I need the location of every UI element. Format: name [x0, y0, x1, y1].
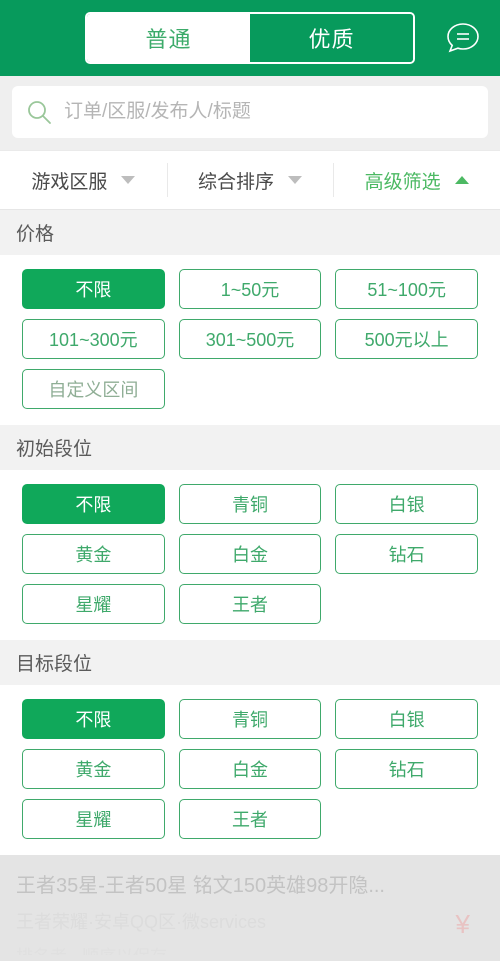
target-rank-chip[interactable]: 白银 — [335, 699, 478, 739]
tab-putong-label: 普通 — [145, 27, 192, 52]
tab-youzhi-label: 优质 — [308, 27, 355, 52]
chip-label: 钻石 — [388, 545, 425, 565]
chat-bubble-icon[interactable] — [442, 17, 484, 59]
search-icon — [26, 99, 52, 125]
filter-action-bar: 重置 完成 — [0, 955, 500, 961]
chip-label: 1~50元 — [220, 280, 280, 300]
price-option-chip[interactable]: 1~50元 — [178, 269, 322, 309]
initial-rank-chip[interactable]: 白银 — [335, 484, 478, 524]
chip-label: 不限 — [75, 280, 112, 300]
chip-label: 钻石 — [388, 760, 425, 780]
price-option-chip[interactable]: 51~100元 — [335, 269, 478, 309]
chip-label: 星耀 — [75, 810, 112, 830]
chip-label: 星耀 — [75, 595, 112, 615]
initial-rank-chip[interactable]: 白金 — [178, 534, 322, 574]
chip-label: 不限 — [75, 710, 112, 730]
background-order-subtitle: 王者荣耀·安卓QQ区·微services — [16, 912, 267, 932]
target-rank-chip[interactable]: 黄金 — [22, 749, 165, 789]
chip-label: 王者 — [231, 595, 268, 615]
chip-label: 青铜 — [231, 495, 268, 515]
chip-label: 白金 — [231, 760, 268, 780]
chip-label: 黄金 — [75, 545, 112, 565]
section-header-initial-rank: 初始段位 — [0, 425, 500, 470]
price-option-chip[interactable]: 301~500元 — [178, 319, 322, 359]
chip-label: 白银 — [388, 710, 425, 730]
section-header-target-rank: 目标段位 — [0, 640, 500, 685]
target-rank-chip[interactable]: 青铜 — [178, 699, 322, 739]
target-rank-chip[interactable]: 王者 — [178, 799, 322, 839]
chip-label: 500元以上 — [364, 330, 449, 350]
background-order-price: ¥ — [455, 909, 484, 939]
chip-label: 301~500元 — [205, 330, 295, 350]
background-order-meta: 排名者 · 顺序以保存 — [16, 942, 484, 955]
chevron-down-icon — [121, 176, 136, 184]
price-option-chip[interactable]: 101~300元 — [22, 319, 165, 359]
chip-label: 王者 — [231, 810, 268, 830]
initial-rank-chip[interactable]: 青铜 — [178, 484, 322, 524]
tab-putong[interactable]: 普通 — [87, 14, 250, 62]
initial-rank-chip[interactable]: 星耀 — [22, 584, 165, 624]
search-section — [0, 76, 500, 150]
filter-bar: 游戏区服 综合排序 高级筛选 — [0, 150, 500, 210]
search-input[interactable] — [64, 101, 474, 123]
section-header-price: 价格 — [0, 210, 500, 255]
target-rank-chip[interactable]: 钻石 — [335, 749, 478, 789]
initial-rank-chip[interactable]: 王者 — [178, 584, 322, 624]
advanced-filter-panel: 价格 不限 1~50元 51~100元 101~300元 301~500元 50… — [0, 210, 500, 855]
target-rank-chip[interactable]: 白金 — [178, 749, 322, 789]
chevron-down-icon — [288, 176, 303, 184]
target-rank-chip[interactable]: 不限 — [22, 699, 165, 739]
chip-label: 51~100元 — [367, 280, 446, 300]
chip-label: 白金 — [231, 545, 268, 565]
background-order-card: 王者35星-王者50星 铭文150英雄98开隐... 王者荣耀·安卓QQ区·微s… — [0, 855, 500, 955]
chevron-up-icon — [454, 176, 469, 184]
initial-rank-option-grid: 不限 青铜 白银 黄金 白金 钻石 星耀 王者 — [0, 470, 500, 640]
filter-advanced-label: 高级筛选 — [364, 171, 441, 193]
section-title-price: 价格 — [16, 224, 55, 245]
category-tab-group: 普通 优质 — [85, 12, 415, 64]
price-option-chip[interactable]: 不限 — [22, 269, 165, 309]
filter-game-server-label: 游戏区服 — [31, 171, 108, 193]
price-option-chip[interactable]: 500元以上 — [335, 319, 478, 359]
chip-label: 黄金 — [75, 760, 112, 780]
initial-rank-chip[interactable]: 黄金 — [22, 534, 165, 574]
chip-label: 自定义区间 — [48, 380, 139, 400]
tab-youzhi[interactable]: 优质 — [250, 14, 413, 62]
filter-advanced[interactable]: 高级筛选 — [333, 151, 500, 209]
search-box[interactable] — [12, 86, 488, 138]
target-rank-chip[interactable]: 星耀 — [22, 799, 165, 839]
chip-label: 白银 — [388, 495, 425, 515]
filter-sort[interactable]: 综合排序 — [166, 151, 334, 209]
initial-rank-chip[interactable]: 钻石 — [335, 534, 478, 574]
app-root: 普通 优质 游戏区服 — [0, 0, 500, 961]
section-title-initial-rank: 初始段位 — [16, 439, 93, 460]
initial-rank-chip[interactable]: 不限 — [22, 484, 165, 524]
target-rank-option-grid: 不限 青铜 白银 黄金 白金 钻石 星耀 王者 — [0, 685, 500, 855]
chip-label: 101~300元 — [49, 330, 138, 350]
filter-sort-label: 综合排序 — [198, 171, 275, 193]
app-header: 普通 优质 — [0, 0, 500, 76]
price-option-grid: 不限 1~50元 51~100元 101~300元 301~500元 500元以… — [0, 255, 500, 425]
filter-game-server[interactable]: 游戏区服 — [0, 151, 167, 209]
price-custom-range-chip[interactable]: 自定义区间 — [22, 369, 165, 409]
background-order-title: 王者35星-王者50星 铭文150英雄98开隐... — [16, 875, 385, 897]
chip-label: 青铜 — [231, 710, 268, 730]
section-title-target-rank: 目标段位 — [16, 654, 93, 675]
chip-label: 不限 — [75, 495, 112, 515]
